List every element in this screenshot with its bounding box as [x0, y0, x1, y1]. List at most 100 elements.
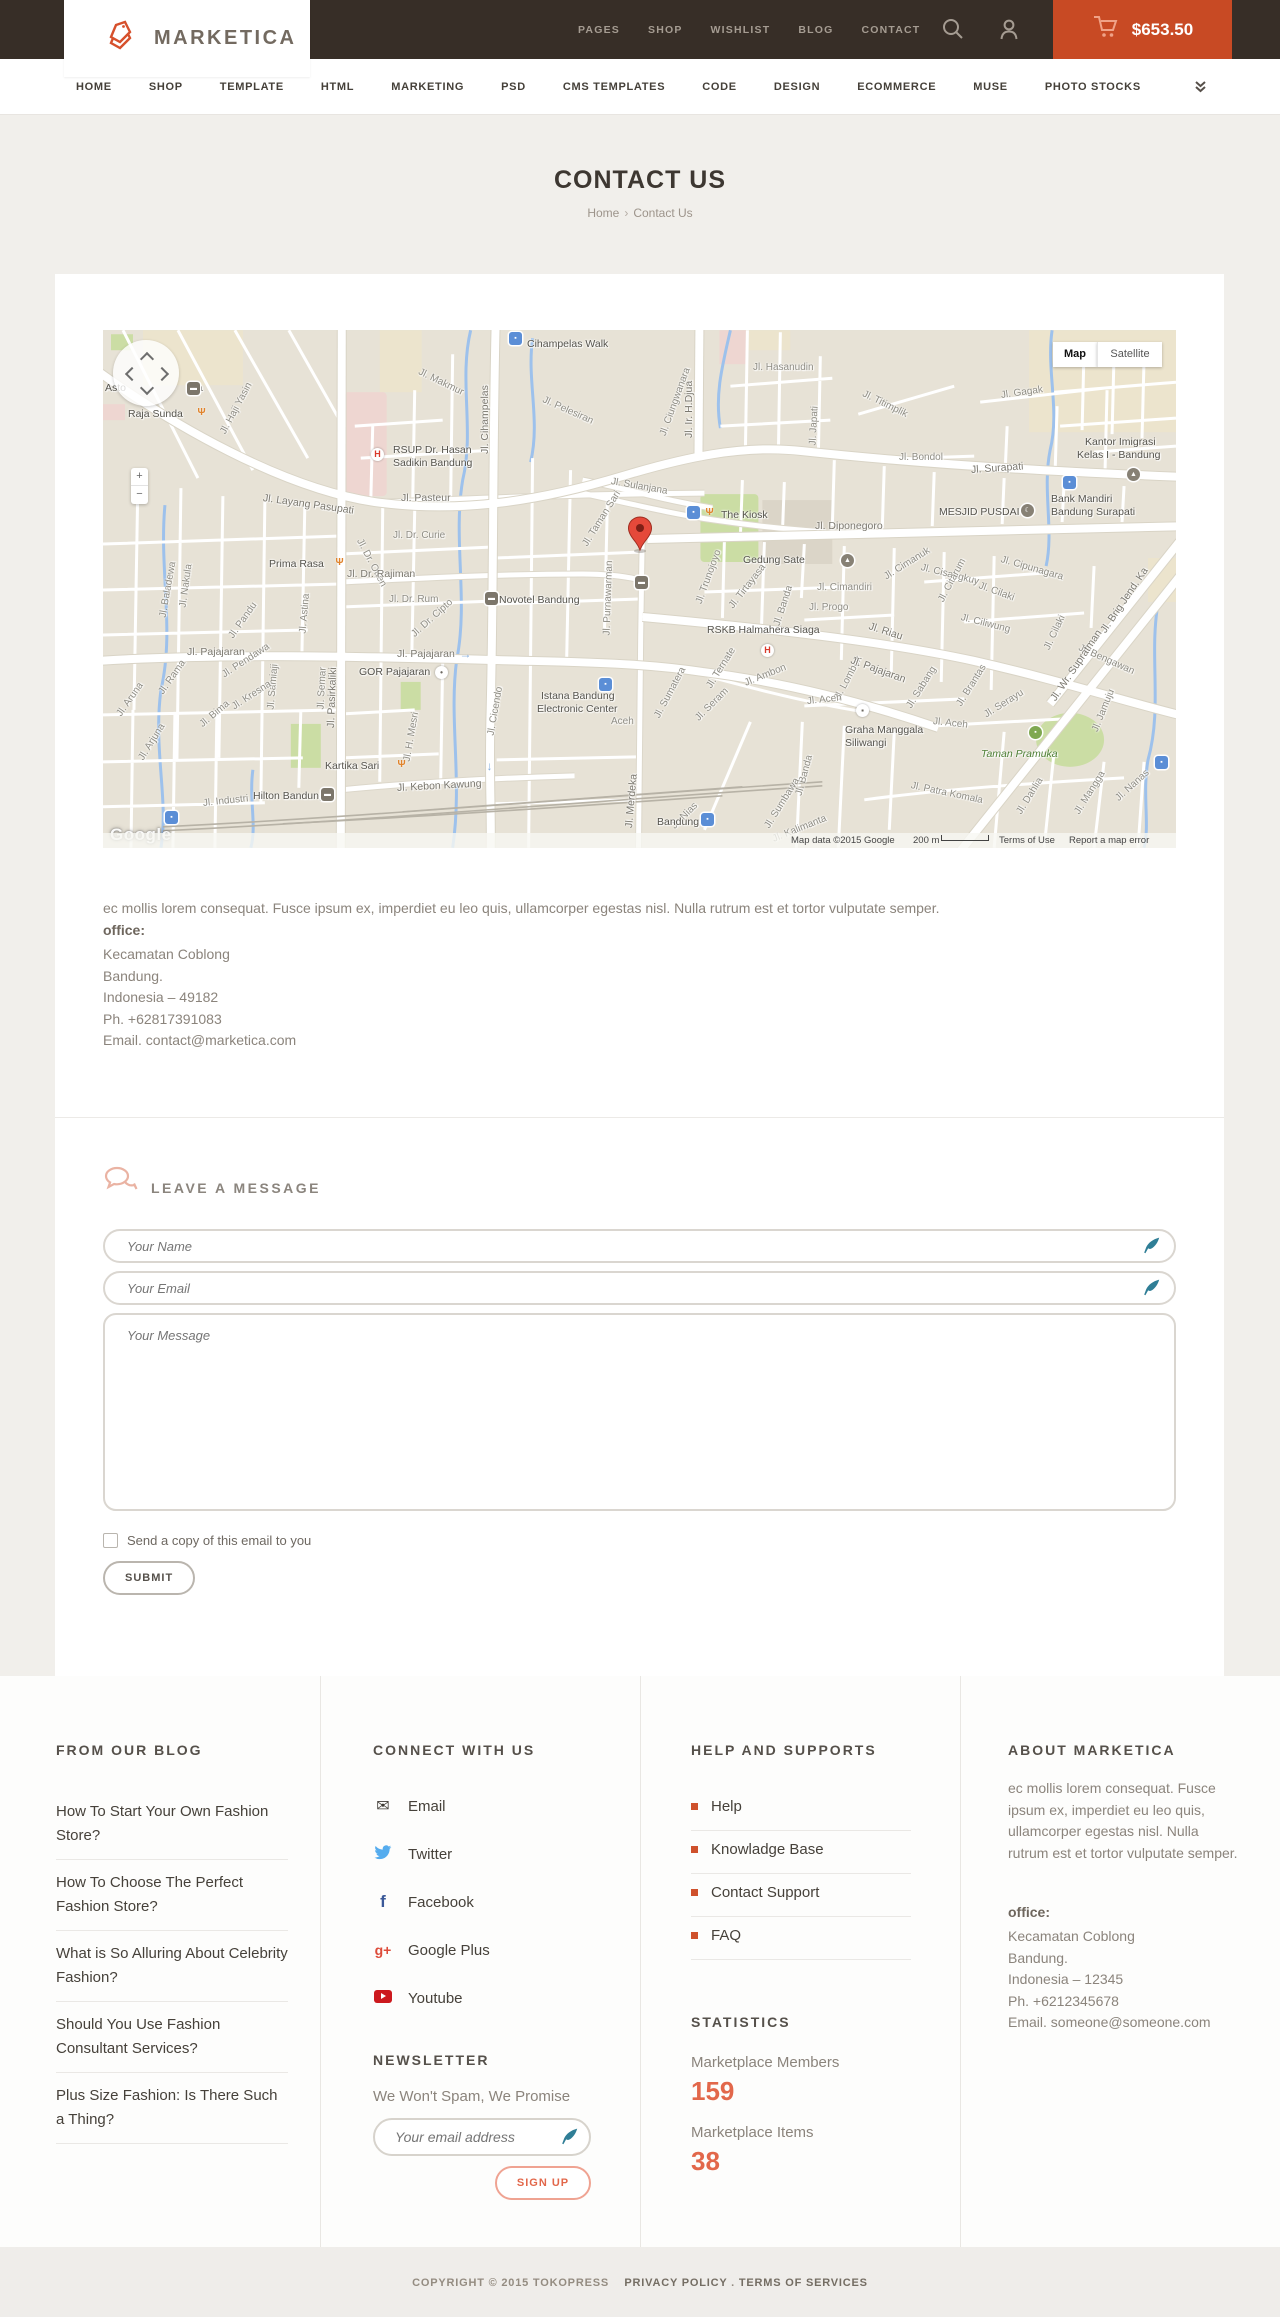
- breadcrumb-current: Contact Us: [633, 206, 693, 220]
- map-street-label: Jl. Pasteur: [401, 492, 451, 504]
- zoom-out-button[interactable]: −: [131, 485, 148, 503]
- email-input[interactable]: [103, 1271, 1176, 1305]
- newsletter-heading: NEWSLETTER: [373, 2052, 490, 2068]
- map-poi-label: Gedung Sate: [743, 554, 805, 566]
- map-poi-sta-icon: ▪: [165, 811, 178, 824]
- search-icon[interactable]: [941, 17, 965, 41]
- map-poi-hotel-icon: ▬: [485, 592, 498, 605]
- copy-checkbox[interactable]: [103, 1533, 118, 1548]
- help-link[interactable]: Contact Support: [691, 1874, 911, 1917]
- header-nav-item-blog[interactable]: BLOG: [798, 24, 833, 36]
- header-nav-item-wishlist[interactable]: WISHLIST: [711, 24, 771, 36]
- main-nav-item-home[interactable]: HOME: [76, 81, 112, 93]
- help-link[interactable]: FAQ: [691, 1917, 911, 1960]
- copyright-left: COPYRIGHT © 2015 TOKOPRESS: [412, 2277, 609, 2289]
- pan-left-icon[interactable]: [124, 366, 140, 382]
- blog-link[interactable]: What is So Alluring About Celebrity Fash…: [56, 1931, 288, 2002]
- main-nav-item-cms-templates[interactable]: CMS TEMPLATES: [563, 81, 665, 93]
- map-pan-control[interactable]: [113, 340, 179, 406]
- map-poi-label: Bandung Surapati: [1051, 506, 1136, 518]
- main-nav-item-psd[interactable]: PSD: [501, 81, 526, 93]
- map-street-label: Jl. Hasanudin: [753, 362, 814, 373]
- satellite-view-button[interactable]: Satellite: [1097, 342, 1162, 367]
- map-poi-rest-icon: Ψ: [705, 507, 714, 518]
- main-nav-item-shop[interactable]: SHOP: [149, 81, 183, 93]
- blog-link[interactable]: Plus Size Fashion: Is There Such a Thing…: [56, 2073, 288, 2144]
- map-poi-label: Sadikin Bandung: [393, 457, 473, 469]
- social-list: ✉ Email Twitter f Facebook g+ Google Plus Youtu…: [373, 1782, 593, 2022]
- map-poi-label: Electronic Center: [537, 703, 618, 715]
- blog-link[interactable]: How To Choose The Perfect Fashion Store?: [56, 1860, 288, 1931]
- map-poi-label: RSUP Dr. Hasan: [393, 444, 472, 456]
- message-textarea[interactable]: [103, 1313, 1176, 1511]
- map-marker-pin[interactable]: [627, 516, 653, 559]
- social-link-yt[interactable]: Youtube: [373, 1974, 593, 2022]
- blog-link[interactable]: Should You Use Fashion Consultant Servic…: [56, 2002, 288, 2073]
- pen-icon: [561, 2128, 578, 2150]
- pen-icon: [1143, 1279, 1160, 1301]
- cart-button[interactable]: $653.50: [1053, 0, 1232, 59]
- main-nav-item-ecommerce[interactable]: ECOMMERCE: [857, 81, 936, 93]
- help-link-label: Help: [711, 1798, 742, 1815]
- footer-divider: [640, 1676, 641, 2247]
- submit-button[interactable]: SUBMIT: [103, 1561, 196, 1595]
- main-nav-item-photo-stocks[interactable]: PHOTO STOCKS: [1045, 81, 1141, 93]
- google-map[interactable]: Cihampelas Walk Jl. Pelesiran Jl. Haji Yas…: [103, 330, 1176, 848]
- header-nav-item-pages[interactable]: PAGES: [578, 24, 620, 36]
- map-poi-bank-icon: ▪: [1063, 476, 1076, 489]
- map-street-label: Jl. Japati: [807, 405, 821, 446]
- map-street-label: Aceh: [611, 716, 634, 727]
- privacy-policy-link[interactable]: PRIVACY POLICY: [624, 2277, 727, 2289]
- help-link[interactable]: Knowladge Base: [691, 1831, 911, 1874]
- map-street-label: Jl. Dr. Rajiman: [347, 568, 416, 580]
- map-view-button[interactable]: Map: [1053, 342, 1097, 367]
- map-poi-blue-icon: ▪: [687, 506, 700, 519]
- terms-link[interactable]: Terms of Use: [999, 835, 1055, 846]
- help-link[interactable]: Help: [691, 1788, 911, 1831]
- map-poi-rest-icon: Ψ: [397, 759, 406, 770]
- map-poi-label: The Kiosk: [721, 509, 768, 521]
- signup-button[interactable]: SIGN UP: [495, 2166, 591, 2200]
- copy-checkbox-row: Send a copy of this email to you: [103, 1533, 311, 1548]
- map-street-label: Jl. Dr. Curie: [393, 530, 446, 541]
- stat-label: Marketplace Members: [691, 2054, 840, 2071]
- map-poi-hotel-icon: ▬: [187, 382, 200, 395]
- office-label: office:: [103, 922, 145, 938]
- map-poi-park-icon: ▪: [1029, 726, 1042, 739]
- map-poi-sta-icon: ▪: [701, 813, 714, 826]
- map-poi-label: Kelas I - Bandung: [1077, 449, 1161, 461]
- newsletter-email-input[interactable]: [373, 2118, 591, 2156]
- name-input[interactable]: [103, 1229, 1176, 1263]
- main-nav-item-template[interactable]: TEMPLATE: [220, 81, 284, 93]
- header-nav-item-shop[interactable]: SHOP: [648, 24, 683, 36]
- social-link-fb[interactable]: f Facebook: [373, 1878, 593, 1926]
- pan-up-icon[interactable]: [139, 351, 155, 367]
- map-street-label: Jl. Progo: [809, 602, 849, 613]
- office-address-line: Email. contact@marketica.com: [103, 1032, 297, 1048]
- map-canvas: [103, 330, 1176, 848]
- map-poi-shop-icon: ▪: [509, 332, 522, 345]
- blog-link[interactable]: How To Start Your Own Fashion Store?: [56, 1789, 288, 1860]
- map-poi-label: Novotel Bandung: [499, 594, 580, 606]
- chevron-down-icon[interactable]: [1194, 80, 1207, 98]
- map-poi-shop-icon: ▪: [599, 678, 612, 691]
- map-poi-hosp-icon: H: [371, 448, 384, 461]
- zoom-in-button[interactable]: +: [131, 468, 148, 485]
- user-icon[interactable]: [997, 17, 1021, 41]
- map-zoom-control[interactable]: + −: [131, 468, 148, 504]
- main-nav-item-code[interactable]: CODE: [702, 81, 737, 93]
- main-nav-item-design[interactable]: DESIGN: [774, 81, 820, 93]
- social-link-gp[interactable]: g+ Google Plus: [373, 1926, 593, 1974]
- header-nav-item-contact[interactable]: CONTACT: [861, 24, 920, 36]
- terms-of-services-link[interactable]: TERMS OF SERVICES: [739, 2277, 868, 2289]
- main-nav-item-muse[interactable]: MUSE: [973, 81, 1008, 93]
- breadcrumb-home[interactable]: Home: [587, 206, 619, 220]
- main-nav-item-html[interactable]: HTML: [321, 81, 354, 93]
- pan-down-icon[interactable]: [139, 380, 155, 396]
- main-nav-item-marketing[interactable]: MARKETING: [391, 81, 464, 93]
- social-link-twitter[interactable]: Twitter: [373, 1830, 593, 1878]
- brand-logo[interactable]: MARKETICA: [64, 0, 310, 77]
- report-error-link[interactable]: Report a map error: [1069, 835, 1149, 846]
- pan-right-icon[interactable]: [154, 366, 170, 382]
- social-link-email[interactable]: ✉ Email: [373, 1782, 593, 1830]
